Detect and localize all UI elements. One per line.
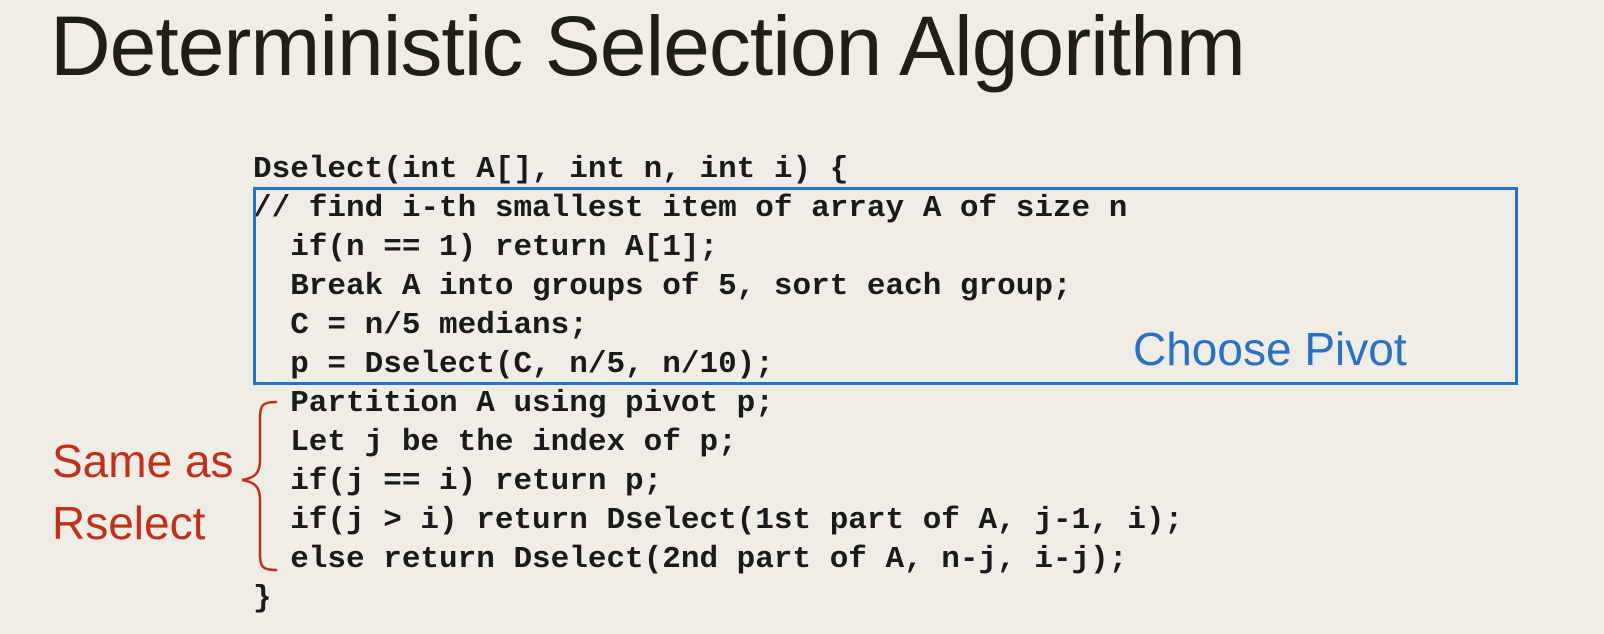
curly-brace-icon: [241, 400, 278, 572]
code-line: if(j > i) return Dselect(1st part of A, …: [253, 503, 1184, 538]
code-line: else return Dselect(2nd part of A, n-j, …: [253, 542, 1128, 577]
rselect-label: Rselect: [52, 497, 206, 549]
code-line: Partition A using pivot p;: [253, 386, 774, 421]
code-line: }: [253, 581, 272, 616]
code-line: Let j be the index of p;: [253, 425, 737, 460]
slide-title: Deterministic Selection Algorithm: [50, 0, 1246, 93]
code-line: Dselect(int A[], int n, int i) {: [253, 152, 849, 187]
choose-pivot-label: Choose Pivot: [1133, 323, 1407, 375]
same-as-label: Same as: [52, 435, 234, 487]
code-line: if(j == i) return p;: [253, 464, 663, 499]
